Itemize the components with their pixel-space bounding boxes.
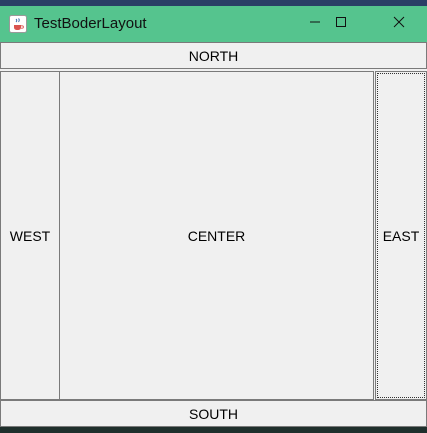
close-icon [393,15,405,33]
title-bar[interactable]: TestBoderLayout [0,6,427,42]
window-title: TestBoderLayout [34,15,147,32]
center-button[interactable]: CENTER [59,71,374,400]
java-coffee-cup-icon [9,15,27,33]
north-button[interactable]: NORTH [0,42,427,69]
west-button[interactable]: WEST [0,71,60,400]
maximize-button[interactable] [318,6,364,42]
border-layout-panel: NORTH WEST CENTER EAST SOUTH [0,42,427,427]
maximize-icon [335,15,347,33]
close-button[interactable] [376,6,422,42]
east-button[interactable]: EAST [375,71,427,400]
south-button[interactable]: SOUTH [0,400,427,427]
app-window: TestBoderLayout NORTH WEST CENTER EAST S… [0,6,427,427]
